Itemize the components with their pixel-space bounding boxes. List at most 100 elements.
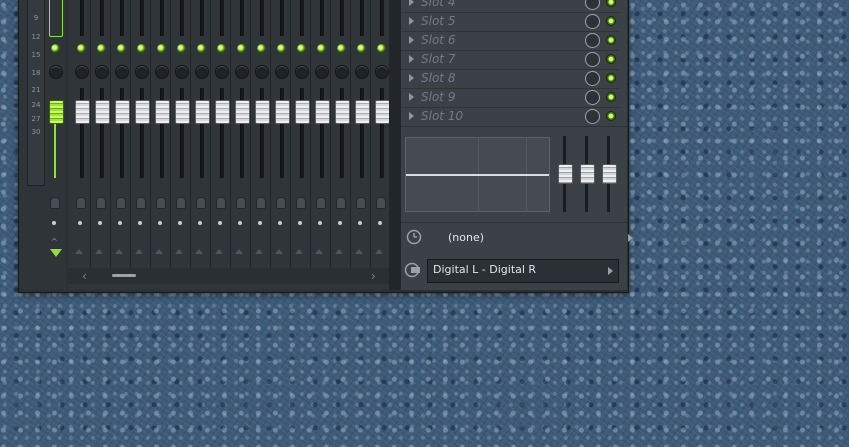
volume-fader[interactable]	[115, 100, 130, 124]
eq-graph[interactable]	[405, 137, 550, 212]
eq-low-fader[interactable]	[558, 164, 573, 184]
stereo-knob[interactable]	[196, 197, 206, 209]
send-triangle-icon[interactable]	[255, 249, 263, 254]
route-dot[interactable]	[338, 221, 342, 225]
slot-expand-icon[interactable]	[409, 36, 414, 44]
slot-enable-led[interactable]	[606, 73, 616, 83]
master-route-dot[interactable]	[52, 221, 56, 225]
master-stereo-knob[interactable]	[50, 197, 60, 209]
send-triangle-icon[interactable]	[195, 249, 203, 254]
slot-expand-icon[interactable]	[409, 0, 414, 6]
slot-expand-icon[interactable]	[409, 74, 414, 82]
volume-fader[interactable]	[315, 100, 330, 124]
pan-knob[interactable]	[195, 65, 209, 79]
slot-enable-led[interactable]	[606, 92, 616, 102]
eq-high-fader[interactable]	[602, 164, 617, 184]
enable-led[interactable]	[237, 44, 246, 53]
master-pan-knob[interactable]	[49, 65, 63, 79]
effect-slot[interactable]: Slot 7	[401, 51, 619, 70]
send-arrow-icon[interactable]	[50, 249, 62, 257]
effect-slot[interactable]: Slot 5	[401, 13, 619, 32]
pan-knob[interactable]	[275, 65, 289, 79]
slot-expand-icon[interactable]	[409, 93, 414, 101]
send-triangle-icon[interactable]	[95, 249, 103, 254]
panel-divider[interactable]	[389, 0, 401, 290]
send-triangle-icon[interactable]	[335, 249, 343, 254]
enable-led[interactable]	[157, 44, 166, 53]
route-dot[interactable]	[358, 221, 362, 225]
input-row[interactable]: (none)	[401, 226, 633, 252]
pan-knob[interactable]	[155, 65, 169, 79]
pan-knob[interactable]	[235, 65, 249, 79]
volume-fader[interactable]	[215, 100, 230, 124]
slot-mix-knob[interactable]	[585, 0, 600, 10]
route-dot[interactable]	[158, 221, 162, 225]
slot-enable-led[interactable]	[606, 35, 616, 45]
enable-led[interactable]	[257, 44, 266, 53]
eq-mid-fader[interactable]	[580, 164, 595, 184]
slot-mix-knob[interactable]	[585, 90, 600, 105]
effect-slot[interactable]: Slot 8	[401, 70, 619, 89]
stereo-knob[interactable]	[356, 197, 366, 209]
send-triangle-icon[interactable]	[315, 249, 323, 254]
send-triangle-icon[interactable]	[175, 249, 183, 254]
route-dot[interactable]	[238, 221, 242, 225]
pan-knob[interactable]	[295, 65, 309, 79]
route-dot[interactable]	[258, 221, 262, 225]
pan-knob[interactable]	[215, 65, 229, 79]
volume-fader[interactable]	[275, 100, 290, 124]
enable-led[interactable]	[377, 44, 386, 53]
enable-led[interactable]	[197, 44, 206, 53]
slot-expand-icon[interactable]	[409, 112, 414, 120]
send-triangle-icon[interactable]	[215, 249, 223, 254]
enable-led[interactable]	[357, 44, 366, 53]
send-triangle-icon[interactable]	[355, 249, 363, 254]
output-select[interactable]: Digital L - Digital R	[427, 259, 619, 283]
master-enable-led[interactable]	[51, 44, 60, 53]
pan-knob[interactable]	[115, 65, 129, 79]
route-dot[interactable]	[318, 221, 322, 225]
effect-slot[interactable]: Slot 9	[401, 89, 619, 108]
enable-led[interactable]	[137, 44, 146, 53]
scroll-thumb[interactable]	[112, 274, 136, 277]
stereo-knob[interactable]	[296, 197, 306, 209]
enable-led[interactable]	[317, 44, 326, 53]
slot-enable-led[interactable]	[606, 54, 616, 64]
volume-fader[interactable]	[195, 100, 210, 124]
route-dot[interactable]	[98, 221, 102, 225]
volume-fader[interactable]	[375, 100, 389, 124]
pan-knob[interactable]	[75, 65, 89, 79]
pan-knob[interactable]	[355, 65, 369, 79]
slot-mix-knob[interactable]	[585, 52, 600, 67]
slot-mix-knob[interactable]	[585, 71, 600, 86]
stereo-knob[interactable]	[256, 197, 266, 209]
slot-mix-knob[interactable]	[585, 109, 600, 124]
volume-fader[interactable]	[95, 100, 110, 124]
volume-fader[interactable]	[295, 100, 310, 124]
stereo-knob[interactable]	[376, 197, 386, 209]
slot-mix-knob[interactable]	[585, 14, 600, 29]
send-triangle-icon[interactable]	[375, 249, 383, 254]
route-dot[interactable]	[378, 221, 382, 225]
enable-led[interactable]	[217, 44, 226, 53]
enable-led[interactable]	[97, 44, 106, 53]
send-triangle-icon[interactable]	[235, 249, 243, 254]
send-triangle-icon[interactable]	[295, 249, 303, 254]
route-dot[interactable]	[78, 221, 82, 225]
effect-slot[interactable]: Slot 4	[401, 0, 619, 13]
send-triangle-icon[interactable]	[135, 249, 143, 254]
slot-enable-led[interactable]	[606, 0, 616, 7]
pan-knob[interactable]	[135, 65, 149, 79]
master-volume-fader[interactable]	[49, 100, 64, 124]
pan-knob[interactable]	[335, 65, 349, 79]
volume-fader[interactable]	[235, 100, 250, 124]
scroll-right-icon[interactable]: ›	[371, 268, 376, 284]
pan-knob[interactable]	[375, 65, 389, 79]
slot-enable-led[interactable]	[606, 111, 616, 121]
scroll-left-icon[interactable]: ‹	[82, 268, 87, 284]
route-dot[interactable]	[138, 221, 142, 225]
route-dot[interactable]	[298, 221, 302, 225]
route-dot[interactable]	[218, 221, 222, 225]
volume-fader[interactable]	[155, 100, 170, 124]
stereo-knob[interactable]	[176, 197, 186, 209]
